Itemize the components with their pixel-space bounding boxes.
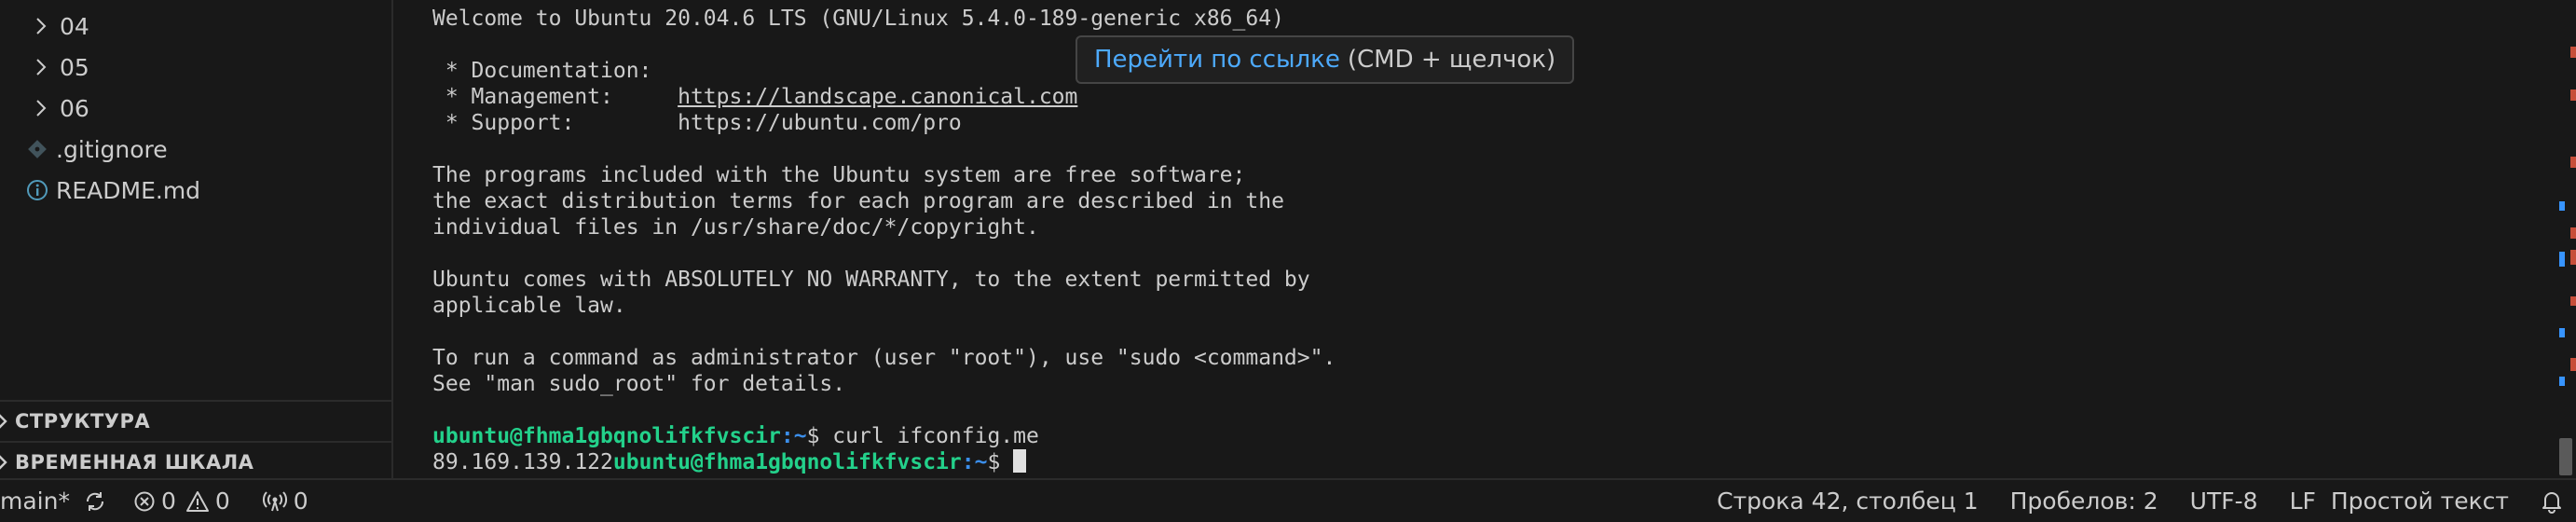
scrollbar-marker: [2559, 328, 2565, 337]
folder-label: 06: [60, 94, 89, 122]
status-bar-right: Строка 42, столбец 1 Пробелов: 2 UTF-8 L…: [1717, 480, 2576, 522]
file-label: README.md: [56, 176, 201, 204]
folder-06[interactable]: 06: [0, 89, 391, 127]
terminal-line: * Management: https://landscape.canonica…: [432, 84, 1078, 110]
terminal-line: applicable law.: [432, 294, 626, 318]
management-label: * Management:: [432, 85, 678, 109]
folder-label: 04: [60, 12, 89, 40]
error-count: 0: [160, 488, 176, 515]
sync-icon[interactable]: [83, 480, 107, 522]
chevron-right-icon: [0, 412, 13, 431]
prompt-path: :~: [780, 424, 807, 448]
scrollbar-marker: [2559, 252, 2565, 267]
chevron-right-icon: [28, 16, 54, 36]
scrollbar-marker: [2570, 296, 2576, 306]
prompt-path: :~: [961, 450, 988, 474]
explorer-sidebar: 04 05 06 .gitignore README.md СТРУКТУРА …: [0, 0, 393, 478]
app-window: 04 05 06 .gitignore README.md СТРУКТУРА …: [0, 0, 2576, 522]
terminal-line: To run a command as administrator (user …: [432, 346, 1336, 370]
file-readme[interactable]: README.md: [0, 172, 391, 209]
tooltip-hint: (CMD + щелчок): [1347, 46, 1556, 74]
prompt-symbol: $: [806, 424, 833, 448]
chevron-right-icon: [28, 98, 54, 118]
file-gitignore[interactable]: .gitignore: [0, 130, 391, 168]
link-hover-tooltip: Перейти по ссылке (CMD + щелчок): [1076, 35, 1575, 84]
terminal-line: The programs included with the Ubuntu sy…: [432, 163, 1246, 187]
terminal-line: Welcome to Ubuntu 20.04.6 LTS (GNU/Linux…: [432, 7, 1284, 31]
encoding-setting[interactable]: UTF-8: [2190, 480, 2258, 522]
command-text: curl ifconfig.me: [832, 424, 1039, 448]
chevron-right-icon: [28, 57, 54, 77]
terminal-panel[interactable]: Welcome to Ubuntu 20.04.6 LTS (GNU/Linux…: [395, 0, 2576, 478]
branch-name: main*: [0, 488, 70, 515]
prompt-user-host: ubuntu@fhma1gbqnolifkfvscir: [612, 450, 962, 474]
eol-setting[interactable]: LF: [2290, 480, 2316, 522]
git-icon: [24, 139, 50, 159]
terminal-scrollbar-thumb[interactable]: [2559, 438, 2572, 475]
error-icon: [133, 490, 156, 513]
cursor-position[interactable]: Строка 42, столбец 1: [1717, 480, 1979, 522]
scrollbar-marker: [2570, 157, 2576, 168]
terminal-line: * Documentation:: [432, 59, 652, 83]
section-outline[interactable]: СТРУКТУРА: [0, 400, 391, 441]
folder-label: 05: [60, 53, 89, 81]
command-output: 89.169.139.122: [432, 450, 613, 474]
indentation-setting[interactable]: Пробелов: 2: [2010, 480, 2158, 522]
scrollbar-marker: [2570, 47, 2576, 58]
scrollbar-marker: [2570, 358, 2576, 371]
info-icon: [24, 179, 50, 201]
folder-04[interactable]: 04: [0, 7, 391, 45]
chevron-right-icon: [0, 453, 13, 472]
problems-status[interactable]: 0 0: [133, 480, 230, 522]
scrollbar-marker: [2559, 201, 2565, 211]
terminal-line: individual files in /usr/share/doc/*/cop…: [432, 215, 1039, 240]
folder-05[interactable]: 05: [0, 48, 391, 86]
warning-count: 0: [214, 488, 230, 515]
scrollbar-marker: [2570, 227, 2576, 239]
broadcast-icon: [262, 490, 288, 513]
scrollbar-marker: [2559, 377, 2565, 386]
ports-status[interactable]: 0: [262, 480, 308, 522]
scrollbar-marker: [2570, 250, 2576, 265]
status-bar: main* 0 0 0 Строка 42, столбец 1 Пробело…: [0, 478, 2576, 522]
section-label: ВРЕМЕННАЯ ШКАЛА: [15, 451, 254, 474]
terminal-active-line: 89.169.139.122ubuntu@fhma1gbqnolifkfvsci…: [432, 449, 1027, 475]
terminal-command-line: ubuntu@fhma1gbqnolifkfvscir:~$ curl ifco…: [432, 423, 1039, 449]
warning-icon: [185, 490, 210, 513]
section-label: СТРУКТУРА: [15, 410, 151, 433]
follow-link-action[interactable]: Перейти по ссылке: [1094, 46, 1340, 74]
prompt-symbol: $: [987, 450, 1014, 474]
management-link[interactable]: https://landscape.canonical.com: [678, 85, 1077, 109]
ports-count: 0: [293, 488, 308, 515]
terminal-line: the exact distribution terms for each pr…: [432, 189, 1284, 213]
language-mode[interactable]: Простой текст: [2331, 480, 2509, 522]
terminal-line: See "man sudo_root" for details.: [432, 372, 846, 396]
terminal-line: * Support: https://ubuntu.com/pro: [432, 111, 962, 135]
git-branch-status[interactable]: main*: [0, 480, 70, 522]
terminal-cursor: [1013, 449, 1027, 473]
section-timeline[interactable]: ВРЕМЕННАЯ ШКАЛА: [0, 441, 391, 482]
bell-icon[interactable]: [2541, 480, 2563, 522]
prompt-user-host: ubuntu@fhma1gbqnolifkfvscir: [432, 424, 781, 448]
file-label: .gitignore: [56, 135, 168, 163]
terminal-line: Ubuntu comes with ABSOLUTELY NO WARRANTY…: [432, 268, 1310, 292]
scrollbar-marker: [2570, 89, 2576, 101]
